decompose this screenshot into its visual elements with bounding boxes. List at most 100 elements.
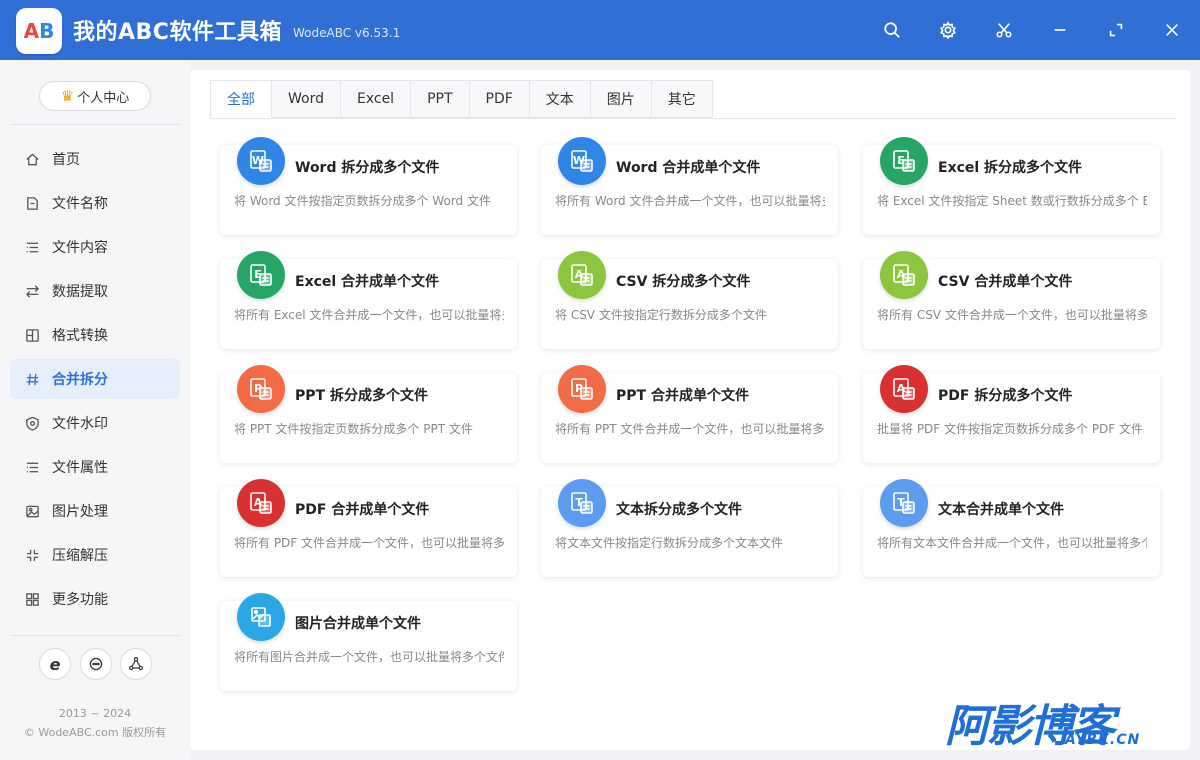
sidebar-item-label: 压缩解压 xyxy=(52,548,108,564)
tool-card-title: PPT 合并成单个文件 xyxy=(616,388,749,404)
tool-card-title: PDF 拆分成多个文件 xyxy=(938,388,1073,404)
merge-split-icon xyxy=(24,371,40,387)
watermark-en: AYBK.CN xyxy=(1065,732,1141,748)
excel-merge-icon: E xyxy=(237,251,285,299)
sidebar-item-9[interactable]: 图片处理 xyxy=(10,491,180,531)
sidebar-item-10[interactable]: 压缩解压 xyxy=(10,535,180,575)
tab-6[interactable]: 文本 xyxy=(528,80,590,118)
tab-4[interactable]: PPT xyxy=(410,80,469,118)
sidebar-item-label: 文件属性 xyxy=(52,460,108,476)
sidebar-item-6[interactable]: 合并拆分 xyxy=(10,359,180,399)
excel-file-icon: E xyxy=(880,137,928,185)
sidebar-item-label: 文件名称 xyxy=(52,196,108,212)
sidebar-item-label: 合并拆分 xyxy=(52,372,108,388)
file-content-icon xyxy=(24,239,40,255)
app-title: 我的ABC软件工具箱 xyxy=(73,20,282,45)
tab-2[interactable]: Word xyxy=(271,80,340,118)
tool-card-8[interactable]: P PPT 合并成单个文件将所有 PPT 文件合并成一个文件，也可以批量将多个文件 xyxy=(541,365,838,463)
sidebar-item-2[interactable]: 文件名称 xyxy=(10,183,180,223)
compress-icon xyxy=(24,547,40,563)
sidebar-round-buttons: e xyxy=(39,648,152,680)
tool-card-desc: 将所有 CSV 文件合并成一个文件，也可以批量将多个文件 xyxy=(877,308,1147,322)
tool-card-13[interactable]: 图片合并成单个文件 将所有图片合并成一个文件，也可以批量将多个文件 xyxy=(220,593,517,691)
data-extract-icon xyxy=(24,283,40,299)
tool-card-desc: 将文本文件按指定行数拆分成多个文本文件 xyxy=(555,536,784,550)
tool-card-2[interactable]: W Word 合并成单个文件将所有 Word 文件合并成一个文件，也可以批量将多个… xyxy=(541,137,838,235)
tab-8[interactable]: 其它 xyxy=(650,80,713,118)
tool-card-desc: 将所有 PDF 文件合并成一个文件，也可以批量将多个文件 xyxy=(234,536,504,550)
tool-card-6[interactable]: A CSV 合并成单个文件将所有 CSV 文件合并成一个文件，也可以批量将多个文件 xyxy=(863,251,1160,349)
sidebar-item-label: 格式转换 xyxy=(52,328,108,344)
logo-letter-a: A xyxy=(23,19,40,43)
word-merge-icon: W xyxy=(558,137,606,185)
text-file-icon: T xyxy=(558,479,606,527)
sidebar-item-1[interactable]: 首页 xyxy=(10,139,180,179)
tool-card-title: 文本拆分成多个文件 xyxy=(616,502,742,518)
tool-card-9[interactable]: A PDF 拆分成多个文件 批量将 PDF 文件按指定页数拆分成多个 PDF 文件 xyxy=(863,365,1160,463)
gear-icon[interactable] xyxy=(936,18,960,42)
tool-card-title: 文本合并成单个文件 xyxy=(938,502,1064,518)
tool-card-10[interactable]: A PDF 合并成单个文件将所有 PDF 文件合并成一个文件，也可以批量将多个文件 xyxy=(220,479,517,577)
copyright-text: © WodeABC.com 版权所有 xyxy=(23,726,167,739)
close-icon[interactable] xyxy=(1160,18,1184,42)
sidebar-item-3[interactable]: 文件内容 xyxy=(10,227,180,267)
chat-icon[interactable] xyxy=(79,648,112,680)
personal-center-button[interactable]: ♛ 个人中心 xyxy=(39,81,151,111)
sidebar-item-8[interactable]: 文件属性 xyxy=(10,447,180,487)
tool-card-title: Excel 拆分成多个文件 xyxy=(938,160,1083,176)
watermark-icon xyxy=(24,415,40,431)
tool-card-4[interactable]: E Excel 合并成单个文件 将所有 Excel 文件合并成一个文件，也可以批量将… xyxy=(220,251,517,349)
app-version: WodeABC v6.53.1 xyxy=(293,26,401,40)
file-name-icon xyxy=(24,195,40,211)
sidebar-item-label: 更多功能 xyxy=(52,592,108,608)
sidebar-item-label: 首页 xyxy=(52,152,80,168)
tool-card-title: CSV 合并成单个文件 xyxy=(938,274,1073,290)
tab-7[interactable]: 图片 xyxy=(589,80,651,118)
sidebar-item-label: 图片处理 xyxy=(52,504,108,520)
personal-center-label: 个人中心 xyxy=(77,90,130,106)
sidebar-divider-bottom xyxy=(10,635,180,636)
tool-card-5[interactable]: A CSV 拆分成多个文件将 CSV 文件按指定行数拆分成多个文件 xyxy=(541,251,838,349)
tool-card-1[interactable]: W Word 拆分成多个文件将 Word 文件按指定页数拆分成多个 Word 文件 xyxy=(220,137,517,235)
tool-card-3[interactable]: E Excel 拆分成多个文件将 Excel 文件按指定 Sheet 数或行数拆分… xyxy=(863,137,1160,235)
logo-letter-b: B xyxy=(39,19,55,43)
search-icon[interactable] xyxy=(880,18,904,42)
tool-card-desc: 将所有 Word 文件合并成一个文件，也可以批量将多个文件 xyxy=(555,194,825,208)
csv-merge-icon: A xyxy=(880,251,928,299)
sidebar-item-5[interactable]: 格式转换 xyxy=(10,315,180,355)
sidebar-item-label: 文件水印 xyxy=(52,416,108,432)
tool-card-title: 图片合并成单个文件 xyxy=(295,616,421,632)
tool-card-7[interactable]: P PPT 拆分成多个文件将 PPT 文件按指定页数拆分成多个 PPT 文件 xyxy=(220,365,517,463)
category-tabs: 全部 Word Excel PPT PDF 文本 图片 其它 xyxy=(210,80,713,118)
main-panel: 全部 Word Excel PPT PDF 文本 图片 其它 W Word 拆分成多个文件将 W… xyxy=(190,70,1190,750)
sidebar-item-4[interactable]: 数据提取 xyxy=(10,271,180,311)
tab-3[interactable]: Excel xyxy=(339,80,411,118)
copyright-years: 2013 ~ 2024 xyxy=(58,707,132,720)
text-merge-icon: T xyxy=(880,479,928,527)
tool-card-desc: 将所有文本文件合并成一个文件，也可以批量将多个文件 xyxy=(877,536,1147,550)
tool-card-title: CSV 拆分成多个文件 xyxy=(616,274,751,290)
home-icon xyxy=(24,151,40,167)
sidebar-nav: 首页文件名称文件内容数据提取格式转换合并拆分文件水印文件属性图片处理压缩解压更多… xyxy=(0,139,190,623)
ie-icon[interactable]: e xyxy=(39,648,71,680)
scissors-icon[interactable] xyxy=(992,18,1016,42)
blog-watermark: 阿影博客 AYBK.CN xyxy=(945,690,1185,752)
tool-card-desc: 将 Excel 文件按指定 Sheet 数或行数拆分成多个 Excel 文件 xyxy=(877,194,1147,208)
tab-1[interactable]: 全部 xyxy=(210,80,271,118)
csv-file-icon: A xyxy=(558,251,606,299)
sidebar-item-label: 文件内容 xyxy=(52,240,108,256)
image-process-icon xyxy=(24,503,40,519)
sidebar-item-7[interactable]: 文件水印 xyxy=(10,403,180,443)
share-icon[interactable] xyxy=(120,648,152,680)
tab-5[interactable]: PDF xyxy=(468,80,529,118)
tool-card-11[interactable]: T 文本拆分成多个文件将文本文件按指定行数拆分成多个文本文件 xyxy=(541,479,838,577)
sidebar: ♛ 个人中心 首页文件名称文件内容数据提取格式转换合并拆分文件水印文件属性图片处… xyxy=(0,60,190,760)
tool-card-title: Word 合并成单个文件 xyxy=(616,160,761,176)
tool-card-title: Excel 合并成单个文件 xyxy=(295,274,440,290)
sidebar-item-label: 数据提取 xyxy=(52,284,108,300)
tool-card-12[interactable]: T 文本合并成单个文件将所有文本文件合并成一个文件，也可以批量将多个文件 xyxy=(863,479,1160,577)
minimize-icon[interactable] xyxy=(1048,18,1072,42)
tabs-underline xyxy=(210,118,1176,119)
sidebar-item-11[interactable]: 更多功能 xyxy=(10,579,180,619)
maximize-icon[interactable] xyxy=(1104,18,1128,42)
